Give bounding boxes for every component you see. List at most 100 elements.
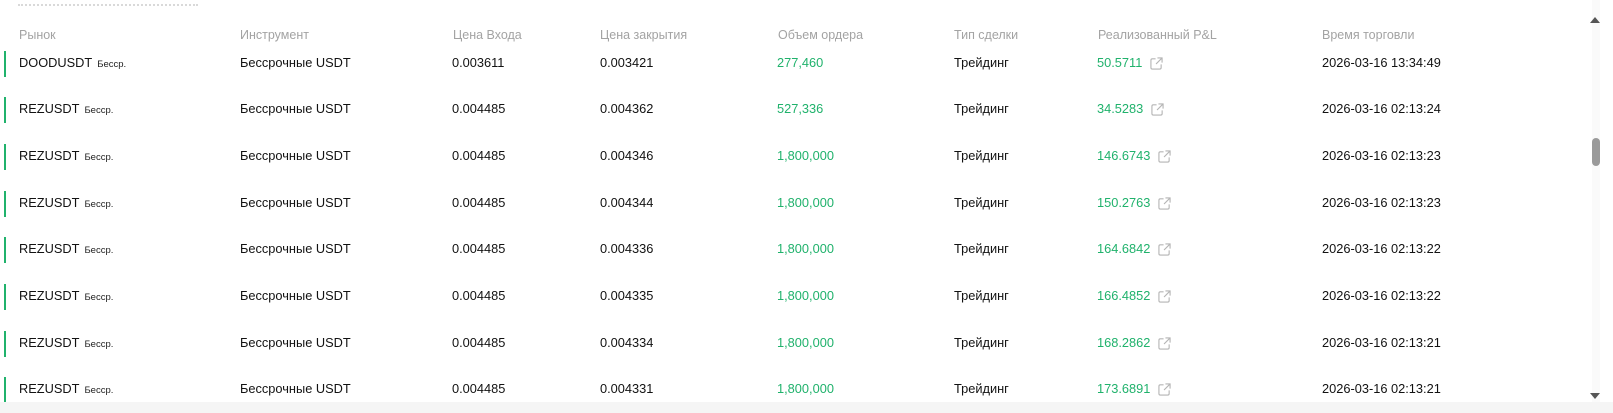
realized-pnl-value: 50.5711 — [1097, 55, 1143, 70]
close-price-cell: 0.004336 — [600, 241, 654, 256]
close-price-cell: 0.004362 — [600, 101, 654, 116]
order-volume-cell: 1,800,000 — [777, 195, 834, 210]
pnl-link[interactable]: 50.5711 — [1097, 53, 1163, 73]
market-cell: DOODUSDT Бесср. — [19, 53, 126, 75]
market-tag: Бесср. — [84, 105, 114, 116]
entry-price-cell: 0.004485 — [452, 381, 506, 396]
table-row[interactable]: REZUSDT Бесср. Бессрочные USDT 0.004485 0… — [0, 284, 1587, 320]
market-cell: REZUSDT Бесср. — [19, 333, 113, 355]
table-row[interactable]: DOODUSDT Бесср. Бессрочные USDT 0.003611 … — [0, 51, 1587, 87]
external-link-icon[interactable] — [1158, 196, 1172, 210]
header-close-price: Цена закрытия — [600, 28, 688, 42]
trade-time-cell: 2026-03-16 13:34:49 — [1322, 55, 1441, 70]
order-volume-cell: 1,800,000 — [777, 241, 834, 256]
market-cell: REZUSDT Бесср. — [19, 99, 113, 121]
pnl-link[interactable]: 168.2862 — [1097, 333, 1172, 353]
instrument-cell: Бессрочные USDT — [240, 195, 351, 210]
pnl-link[interactable]: 146.6743 — [1097, 146, 1172, 166]
market-symbol: REZUSDT — [19, 288, 80, 303]
pnl-link[interactable]: 166.4852 — [1097, 286, 1172, 306]
market-tag: Бесср. — [84, 152, 114, 163]
entry-price-cell: 0.004485 — [452, 195, 506, 210]
deal-type-cell: Трейдинг — [954, 148, 1009, 163]
external-link-icon[interactable] — [1158, 149, 1172, 163]
market-symbol: DOODUSDT — [19, 55, 93, 70]
scrollbar[interactable] — [1587, 0, 1613, 402]
table-row[interactable]: REZUSDT Бесср. Бессрочные USDT 0.004485 0… — [0, 331, 1587, 367]
bottom-strip — [0, 402, 1613, 413]
market-tag: Бесср. — [84, 385, 114, 396]
pnl-link[interactable]: 150.2763 — [1097, 193, 1172, 213]
external-link-icon[interactable] — [1158, 289, 1172, 303]
scroll-down-arrow-icon[interactable] — [1590, 393, 1600, 399]
trade-time-cell: 2026-03-16 02:13:21 — [1322, 381, 1441, 396]
trade-time-cell: 2026-03-16 02:13:24 — [1322, 101, 1441, 116]
realized-pnl-cell: 164.6842 — [1097, 239, 1172, 259]
external-link-icon[interactable] — [1150, 56, 1163, 70]
table-row[interactable]: REZUSDT Бесср. Бессрочные USDT 0.004485 0… — [0, 377, 1587, 402]
external-link-icon[interactable] — [1158, 336, 1172, 350]
entry-price-cell: 0.004485 — [452, 335, 506, 350]
market-tag: Бесср. — [84, 199, 114, 210]
market-symbol: REZUSDT — [19, 101, 80, 116]
market-cell: REZUSDT Бесср. — [19, 286, 113, 308]
entry-price-cell: 0.004485 — [452, 101, 506, 116]
realized-pnl-value: 34.5283 — [1097, 101, 1144, 116]
table-row[interactable]: REZUSDT Бесср. Бессрочные USDT 0.004485 0… — [0, 191, 1587, 227]
close-price-cell: 0.003421 — [600, 55, 654, 70]
order-volume-cell: 1,800,000 — [777, 148, 834, 163]
realized-pnl-cell: 168.2862 — [1097, 333, 1172, 353]
header-realized-pnl: Реализованный P&L — [1098, 28, 1217, 42]
scroll-track[interactable] — [1592, 0, 1600, 402]
header-entry-price: Цена Входа — [453, 28, 522, 42]
market-tag: Бесср. — [84, 339, 114, 350]
market-symbol: REZUSDT — [19, 335, 80, 350]
external-link-icon[interactable] — [1151, 102, 1164, 116]
close-price-cell: 0.004346 — [600, 148, 654, 163]
table-row[interactable]: REZUSDT Бесср. Бессрочные USDT 0.004485 0… — [0, 144, 1587, 180]
instrument-cell: Бессрочные USDT — [240, 101, 351, 116]
instrument-cell: Бессрочные USDT — [240, 335, 351, 350]
realized-pnl-cell: 173.6891 — [1097, 379, 1172, 399]
realized-pnl-value: 166.4852 — [1097, 288, 1151, 303]
realized-pnl-cell: 34.5283 — [1097, 99, 1164, 119]
pnl-link[interactable]: 34.5283 — [1097, 99, 1164, 119]
realized-pnl-value: 150.2763 — [1097, 195, 1151, 210]
trade-history-table: Рынок Инструмент Цена Входа Цена закрыти… — [0, 0, 1587, 402]
close-price-cell: 0.004331 — [600, 381, 654, 396]
market-cell: REZUSDT Бесср. — [19, 379, 113, 401]
close-price-cell: 0.004344 — [600, 195, 654, 210]
realized-pnl-value: 164.6842 — [1097, 241, 1151, 256]
market-symbol: REZUSDT — [19, 241, 80, 256]
realized-pnl-cell: 50.5711 — [1097, 53, 1163, 73]
cut-off-top-text — [18, 0, 198, 6]
scroll-up-arrow-icon[interactable] — [1590, 17, 1600, 23]
market-tag: Бесср. — [84, 292, 114, 303]
table-header: Рынок Инструмент Цена Входа Цена закрыти… — [0, 24, 1587, 44]
header-market: Рынок — [19, 28, 56, 42]
instrument-cell: Бессрочные USDT — [240, 241, 351, 256]
realized-pnl-cell: 150.2763 — [1097, 193, 1172, 213]
market-cell: REZUSDT Бесср. — [19, 146, 113, 168]
scroll-thumb[interactable] — [1592, 138, 1600, 166]
trade-time-cell: 2026-03-16 02:13:23 — [1322, 148, 1441, 163]
trade-time-cell: 2026-03-16 02:13:21 — [1322, 335, 1441, 350]
instrument-cell: Бессрочные USDT — [240, 288, 351, 303]
table-row[interactable]: REZUSDT Бесср. Бессрочные USDT 0.004485 0… — [0, 97, 1587, 133]
order-volume-cell: 1,800,000 — [777, 335, 834, 350]
pnl-link[interactable]: 164.6842 — [1097, 239, 1172, 259]
header-order-volume: Объем ордера — [778, 28, 864, 42]
realized-pnl-cell: 166.4852 — [1097, 286, 1172, 306]
external-link-icon[interactable] — [1158, 242, 1172, 256]
order-volume-cell: 527,336 — [777, 101, 824, 116]
deal-type-cell: Трейдинг — [954, 55, 1009, 70]
header-deal-type: Тип сделки — [954, 28, 1019, 42]
header-instrument: Инструмент — [240, 28, 309, 42]
entry-price-cell: 0.003611 — [452, 55, 505, 70]
close-price-cell: 0.004335 — [600, 288, 654, 303]
market-cell: REZUSDT Бесср. — [19, 239, 113, 261]
pnl-link[interactable]: 173.6891 — [1097, 379, 1172, 399]
external-link-icon[interactable] — [1158, 382, 1172, 396]
table-row[interactable]: REZUSDT Бесср. Бессрочные USDT 0.004485 0… — [0, 237, 1587, 273]
realized-pnl-value: 168.2862 — [1097, 335, 1151, 350]
